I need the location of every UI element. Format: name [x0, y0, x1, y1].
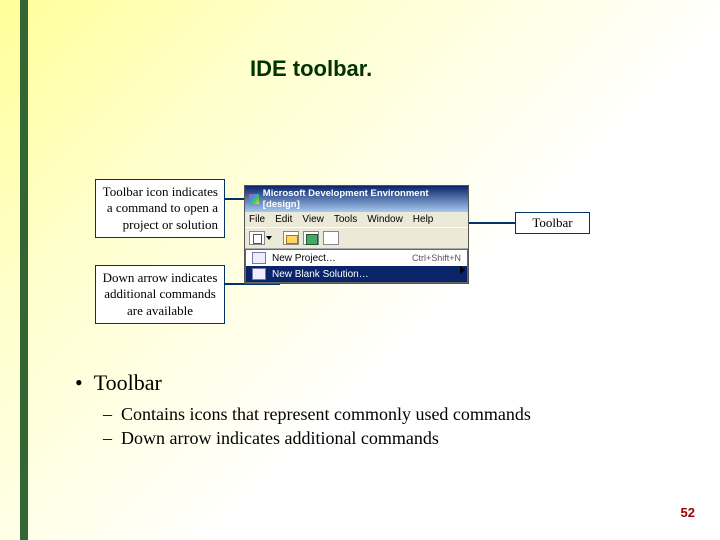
bullet-sub: – Down arrow indicates additional comman…: [103, 426, 531, 450]
menu-edit[interactable]: Edit: [275, 214, 292, 225]
project-icon: [252, 252, 266, 264]
new-item-dropdown: New Project… Ctrl+Shift+N New Blank Solu…: [245, 249, 468, 283]
menu-help[interactable]: Help: [413, 214, 434, 225]
slide-title: IDE toolbar.: [250, 56, 372, 82]
dropdown-item-label: New Project…: [272, 253, 336, 264]
solution-icon: [252, 268, 266, 280]
app-logo-icon: [249, 194, 259, 204]
bullet-list: • Toolbar – Contains icons that represen…: [75, 370, 531, 451]
ide-window-title: Microsoft Development Environment [desig…: [263, 188, 464, 210]
callout-down-arrow: Down arrow indicates additional commands…: [95, 265, 225, 324]
cursor-icon: [460, 266, 465, 274]
ide-screenshot: Microsoft Development Environment [desig…: [244, 185, 469, 284]
open-button[interactable]: [283, 231, 299, 245]
toolbar-button[interactable]: [323, 231, 339, 245]
menu-view[interactable]: View: [302, 214, 324, 225]
keyboard-shortcut: Ctrl+Shift+N: [412, 253, 461, 263]
ide-menubar: File Edit View Tools Window Help: [245, 212, 468, 227]
dropdown-item-new-project[interactable]: New Project… Ctrl+Shift+N: [246, 250, 467, 266]
dropdown-item-blank-solution[interactable]: New Blank Solution…: [246, 266, 467, 282]
page-number: 52: [681, 505, 695, 520]
bullet-sub: – Contains icons that represent commonly…: [103, 402, 531, 426]
menu-tools[interactable]: Tools: [334, 214, 357, 225]
chevron-down-icon[interactable]: [266, 236, 272, 240]
bullet-main: • Toolbar: [75, 370, 531, 396]
ide-titlebar: Microsoft Development Environment [desig…: [245, 186, 468, 212]
save-button[interactable]: [303, 231, 319, 245]
new-item-button[interactable]: [249, 231, 265, 245]
callout-toolbar-icon: Toolbar icon indicates a command to open…: [95, 179, 225, 238]
callout-toolbar-label: Toolbar: [515, 212, 590, 234]
connector-line: [468, 222, 515, 224]
dropdown-item-label: New Blank Solution…: [272, 269, 369, 280]
accent-bar: [20, 0, 28, 540]
menu-window[interactable]: Window: [367, 214, 403, 225]
menu-file[interactable]: File: [249, 214, 265, 225]
ide-toolbar: [245, 227, 468, 249]
